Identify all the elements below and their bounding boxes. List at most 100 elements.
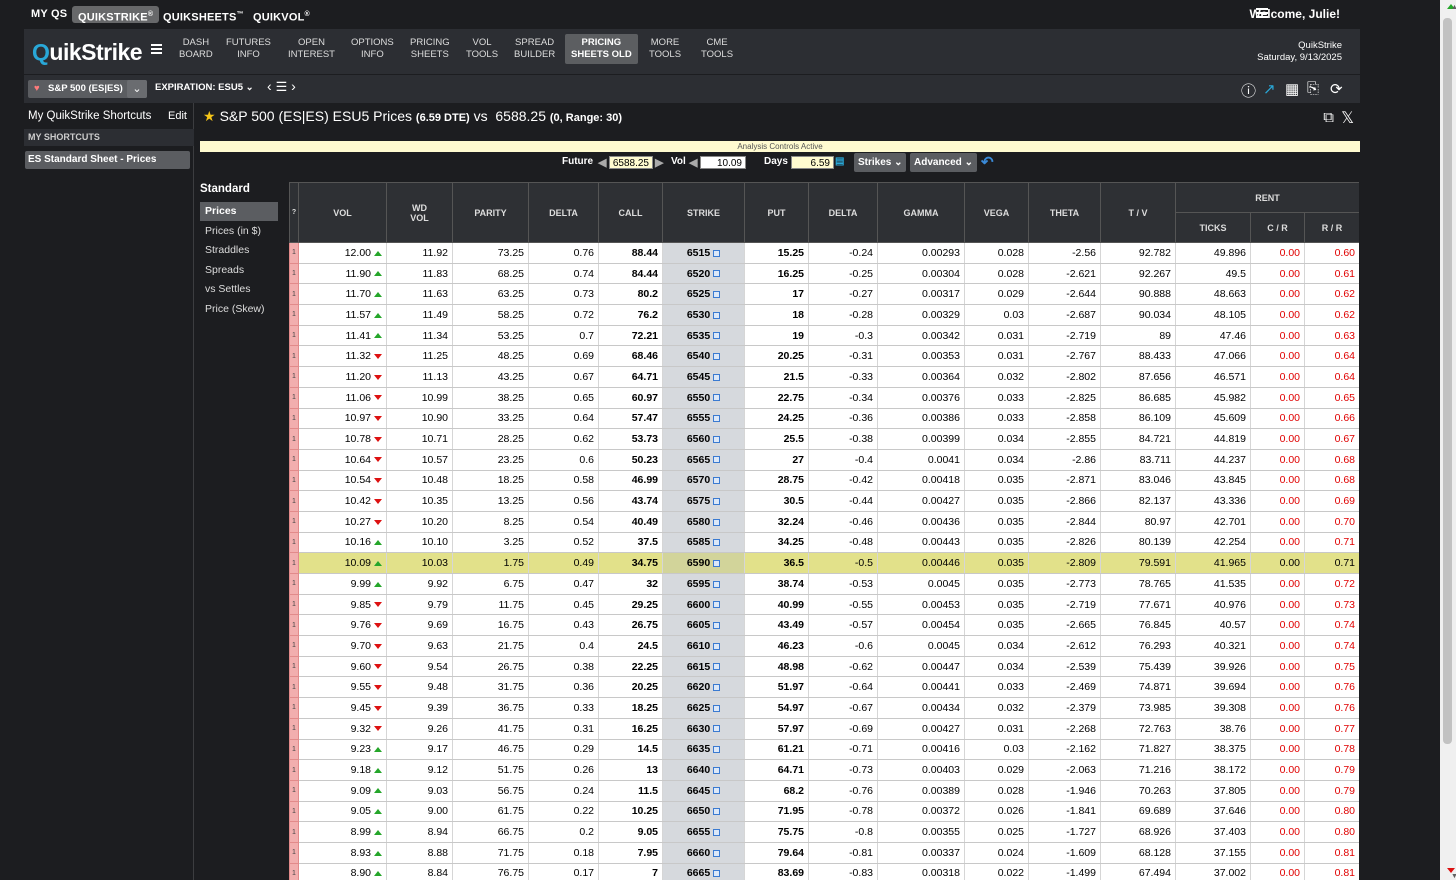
tab-quiksheets[interactable]: QUIKSHEETS™ <box>157 6 250 24</box>
strike-detail-icon[interactable] <box>713 642 721 650</box>
strike-cell[interactable]: 6590 <box>662 552 745 574</box>
strike-cell[interactable]: 6600 <box>662 593 745 616</box>
strike-cell[interactable]: 6550 <box>662 386 745 409</box>
strike-detail-icon[interactable] <box>713 332 721 340</box>
strike-detail-icon[interactable] <box>713 249 721 257</box>
nav-pricing-sheets[interactable]: PRICING SHEETS <box>410 37 450 61</box>
strike-cell[interactable]: 6645 <box>662 779 745 802</box>
col-header-call-delta[interactable]: DELTA <box>528 182 599 243</box>
strike-cell[interactable]: 6640 <box>662 759 745 781</box>
nav-more-tools[interactable]: MORE TOOLS <box>649 37 681 61</box>
strike-detail-icon[interactable] <box>713 601 721 609</box>
launch-icon[interactable]: ↗ <box>1263 80 1276 98</box>
strike-cell[interactable]: 6525 <box>662 283 745 306</box>
list-icon[interactable]: ☰ <box>276 79 288 94</box>
tab-quikstrike[interactable]: QUIKSTRIKE® <box>72 6 160 24</box>
heart-icon[interactable]: ♥ <box>34 80 40 98</box>
calculator-icon[interactable]: ▦ <box>1285 80 1299 98</box>
strike-detail-icon[interactable] <box>713 497 721 505</box>
strike-detail-icon[interactable] <box>713 559 721 567</box>
advanced-dropdown[interactable]: Advanced ⌄ <box>910 153 977 172</box>
nav-options-info[interactable]: OPTIONS INFO <box>351 37 394 61</box>
pdf-icon[interactable]: ⎘ <box>1307 80 1319 97</box>
star-icon[interactable]: ★ <box>203 108 216 124</box>
strike-cell[interactable]: 6660 <box>662 841 745 864</box>
col-header-rr[interactable]: R / R <box>1304 212 1359 243</box>
strike-cell[interactable]: 6540 <box>662 345 745 368</box>
sheet-type-straddles[interactable]: Straddles <box>200 241 280 260</box>
strike-detail-icon[interactable] <box>713 663 721 671</box>
strike-detail-icon[interactable] <box>713 725 721 733</box>
sheet-type-price-skew[interactable]: Price (Skew) <box>200 300 280 319</box>
strike-cell[interactable]: 6570 <box>662 469 745 492</box>
nav-spread-builder[interactable]: SPREAD BUILDER <box>514 37 555 61</box>
col-header-theta[interactable]: THETA <box>1028 182 1101 243</box>
calendar-icon[interactable]: ▤ <box>835 156 844 167</box>
strike-detail-icon[interactable] <box>713 477 721 485</box>
strike-cell[interactable]: 6520 <box>662 262 745 285</box>
nav-dashboard[interactable]: DASH BOARD <box>179 37 213 61</box>
shortcut-item[interactable]: ES Standard Sheet - Prices <box>25 151 190 169</box>
col-header-tv[interactable]: T / V <box>1100 182 1176 243</box>
col-header-cr[interactable]: C / R <box>1250 212 1305 243</box>
future-input[interactable]: 6588.25 <box>609 156 653 169</box>
strike-cell[interactable]: 6615 <box>662 655 745 678</box>
strike-detail-icon[interactable] <box>713 373 721 381</box>
strike-cell[interactable]: 6560 <box>662 428 745 450</box>
edit-shortcuts-link[interactable]: Edit <box>168 110 187 122</box>
nav-futures-info[interactable]: FUTURES INFO <box>226 37 271 61</box>
welcome-text[interactable]: Welcome, Julie! <box>1250 7 1340 21</box>
nav-vol-tools[interactable]: VOL TOOLS <box>466 37 498 61</box>
undo-icon[interactable]: ↶ <box>981 153 994 171</box>
strike-detail-icon[interactable] <box>713 746 721 754</box>
sheet-type-prices-dollars[interactable]: Prices (in $) <box>200 222 280 241</box>
sheet-type-spreads[interactable]: Spreads <box>200 261 280 280</box>
strike-cell[interactable]: 6605 <box>662 614 745 637</box>
strike-detail-icon[interactable] <box>713 353 721 360</box>
col-header-vol[interactable]: VOL <box>298 182 387 243</box>
strike-cell[interactable]: 6610 <box>662 635 745 657</box>
arrow-right-icon[interactable]: ▶ <box>655 156 663 169</box>
strike-detail-icon[interactable] <box>713 684 721 691</box>
strike-detail-icon[interactable] <box>713 621 721 629</box>
col-header-strike[interactable]: STRIKE <box>662 182 745 243</box>
strikes-dropdown[interactable]: Strikes ⌄ <box>854 153 906 172</box>
strike-cell[interactable]: 6535 <box>662 324 745 347</box>
tab-quikvol[interactable]: QUIKVOL® <box>247 6 316 24</box>
chevron-down-icon[interactable]: ⌄ <box>127 80 147 98</box>
strike-cell[interactable]: 6650 <box>662 800 745 823</box>
strike-detail-icon[interactable] <box>713 290 721 298</box>
quikstrike-logo[interactable]: QuikStrike <box>32 39 143 66</box>
arrow-left-icon[interactable]: ◀ <box>689 156 697 169</box>
strike-detail-icon[interactable] <box>713 580 721 588</box>
strike-detail-icon[interactable] <box>713 539 721 547</box>
chevron-right-icon[interactable]: › <box>291 78 296 94</box>
scroll-thumb[interactable] <box>1443 18 1452 744</box>
scroll-down-icon[interactable]: ▼ <box>1447 868 1456 880</box>
nav-pricing-sheets-old[interactable]: PRICING SHEETS OLD <box>565 34 638 64</box>
strike-detail-icon[interactable] <box>713 766 721 774</box>
sheet-type-prices[interactable]: Prices <box>200 202 278 221</box>
nav-open-interest[interactable]: OPEN INTEREST <box>288 37 335 61</box>
info-icon[interactable]: ⓘ <box>1241 80 1256 101</box>
refresh-icon[interactable]: ⟳ <box>1330 80 1343 98</box>
tab-my-qs[interactable]: MY QS <box>25 6 73 23</box>
strike-detail-icon[interactable] <box>713 518 721 526</box>
strike-detail-icon[interactable] <box>713 311 721 319</box>
days-input[interactable]: 6.59 <box>791 156 834 169</box>
col-header-put-delta[interactable]: DELTA <box>808 182 878 243</box>
strike-cell[interactable]: 6585 <box>662 531 745 554</box>
col-header-wd-vol[interactable]: WD VOL <box>386 182 453 243</box>
col-header-ticks[interactable]: TICKS <box>1175 212 1251 243</box>
strike-cell[interactable]: 6630 <box>662 717 745 740</box>
strike-cell[interactable]: 6515 <box>662 242 745 264</box>
strike-cell[interactable]: 6620 <box>662 676 745 699</box>
strike-cell[interactable]: 6545 <box>662 366 745 388</box>
x-share-icon[interactable]: 𝕏 <box>1341 108 1354 128</box>
strike-cell[interactable]: 6655 <box>662 821 745 843</box>
strike-detail-icon[interactable] <box>713 394 721 402</box>
nav-menu-icon[interactable] <box>151 44 162 56</box>
strike-detail-icon[interactable] <box>713 828 721 836</box>
strike-cell[interactable]: 6595 <box>662 573 745 595</box>
col-header-vega[interactable]: VEGA <box>964 182 1029 243</box>
